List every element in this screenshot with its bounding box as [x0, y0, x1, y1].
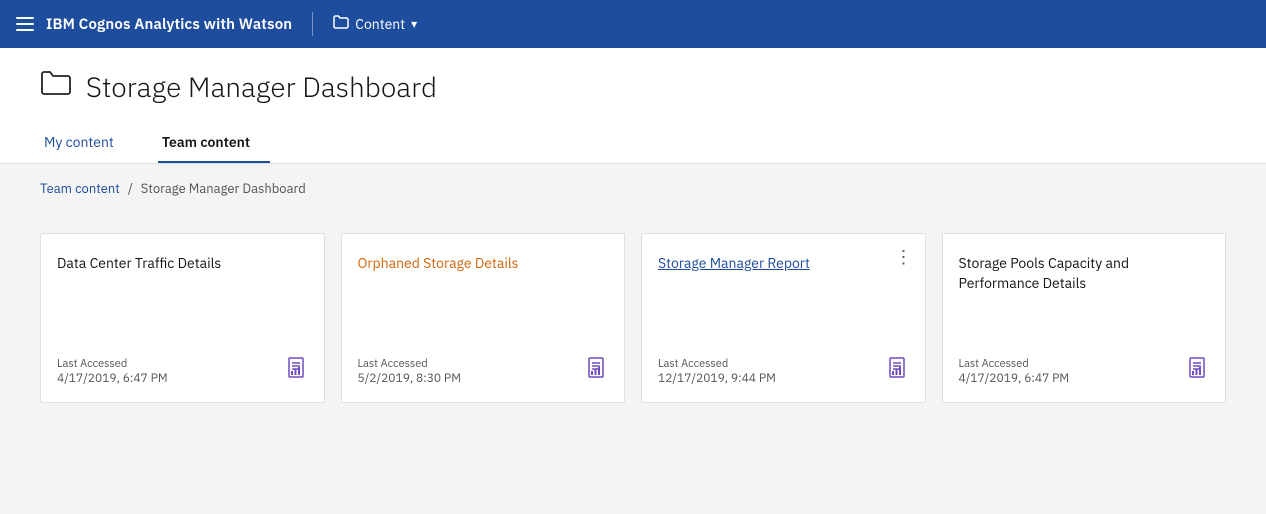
page-title-row: Storage Manager Dashboard — [40, 68, 1226, 105]
hamburger-menu[interactable] — [16, 17, 34, 31]
card-4[interactable]: Storage Pools Capacity and Performance D… — [942, 233, 1227, 403]
card-last-accessed-date-4: 4/17/2019, 6:47 PM — [959, 371, 1070, 386]
breadcrumb-current: Storage Manager Dashboard — [141, 180, 306, 197]
card-report-icon-4 — [1187, 357, 1209, 386]
card-title-link-3[interactable]: Storage Manager Report — [658, 254, 909, 345]
card-last-accessed-date-1: 4/17/2019, 6:47 PM — [57, 371, 168, 386]
card-title-orange-2[interactable]: Orphaned Storage Details — [358, 254, 609, 345]
card-last-accessed-label-4: Last Accessed — [959, 357, 1070, 371]
card-last-accessed-label-2: Last Accessed — [358, 357, 461, 371]
breadcrumb-separator: / — [128, 180, 133, 197]
card-title-1: Data Center Traffic Details — [57, 254, 308, 345]
page-folder-icon — [40, 68, 72, 105]
card-last-accessed-date-2: 5/2/2019, 8:30 PM — [358, 371, 461, 386]
tab-team-content[interactable]: Team content — [158, 123, 270, 163]
card-title-4: Storage Pools Capacity and Performance D… — [959, 254, 1210, 345]
tabs: My content Team content — [40, 123, 1226, 163]
card-report-icon-1 — [286, 357, 308, 386]
card-report-icon-3 — [887, 357, 909, 386]
card-last-accessed-label-1: Last Accessed — [57, 357, 168, 371]
content-button[interactable]: Content ▾ — [333, 14, 417, 34]
tab-my-content[interactable]: My content — [40, 123, 134, 163]
card-menu-button-3[interactable]: ⋮ — [895, 248, 913, 266]
card-3[interactable]: ⋮ Storage Manager Report Last Accessed 1… — [641, 233, 926, 403]
breadcrumb: Team content / Storage Manager Dashboard — [40, 180, 1226, 197]
breadcrumb-area: Team content / Storage Manager Dashboard — [0, 164, 1266, 213]
card-footer-1: Last Accessed 4/17/2019, 6:47 PM — [57, 357, 308, 386]
page-header: Storage Manager Dashboard My content Tea… — [0, 48, 1266, 164]
nav-divider — [312, 12, 313, 36]
card-last-accessed-label-3: Last Accessed — [658, 357, 776, 371]
card-footer-2: Last Accessed 5/2/2019, 8:30 PM — [358, 357, 609, 386]
cards-grid: Data Center Traffic Details Last Accesse… — [40, 233, 1226, 403]
app-name: IBM Cognos Analytics with Watson — [46, 15, 292, 34]
card-report-icon-2 — [586, 357, 608, 386]
page-title: Storage Manager Dashboard — [86, 68, 437, 105]
card-1[interactable]: Data Center Traffic Details Last Accesse… — [40, 233, 325, 403]
top-nav: IBM Cognos Analytics with Watson Content… — [0, 0, 1266, 48]
content-label: Content — [355, 15, 405, 33]
breadcrumb-team-content-link[interactable]: Team content — [40, 180, 120, 197]
content-folder-icon — [333, 14, 349, 34]
chevron-down-icon: ▾ — [411, 17, 417, 32]
card-footer-4: Last Accessed 4/17/2019, 6:47 PM — [959, 357, 1210, 386]
card-2[interactable]: Orphaned Storage Details Last Accessed 5… — [341, 233, 626, 403]
card-footer-3: Last Accessed 12/17/2019, 9:44 PM — [658, 357, 909, 386]
cards-area: Data Center Traffic Details Last Accesse… — [0, 213, 1266, 443]
card-last-accessed-date-3: 12/17/2019, 9:44 PM — [658, 371, 776, 386]
